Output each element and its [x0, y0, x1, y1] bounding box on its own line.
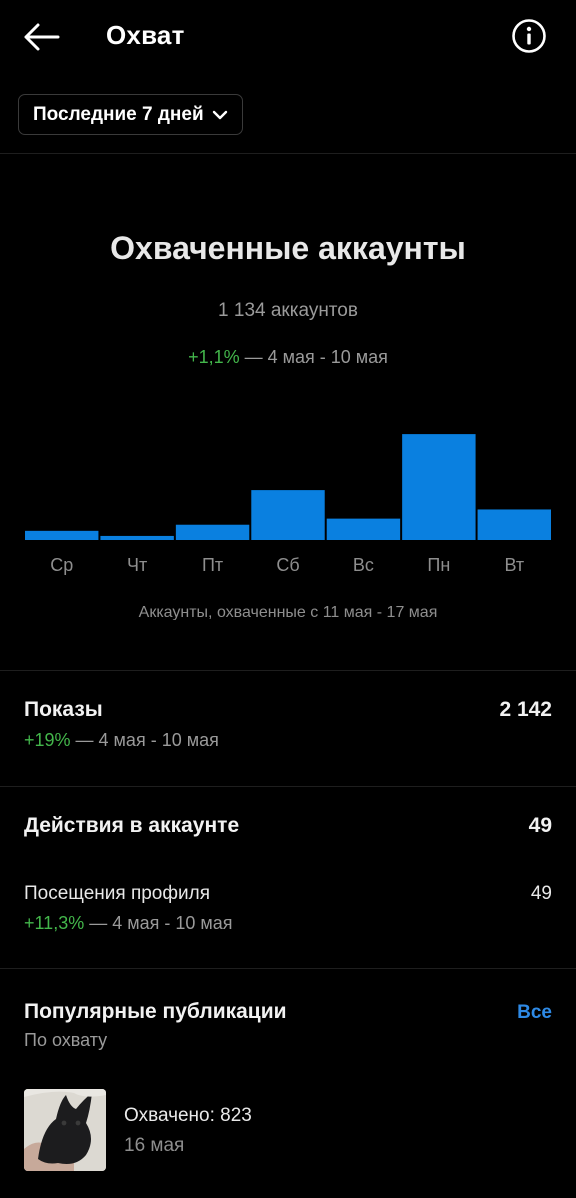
profile-visits-value: 49 [530, 883, 552, 904]
chevron-down-icon [212, 110, 227, 119]
reach-change: +1,1% — 4 мая - 10 мая [0, 347, 576, 368]
popular-posts-title: Популярные публикации [24, 1000, 287, 1023]
impressions-value: 2 142 [499, 698, 552, 721]
profile-visits-change: +11,3% — 4 мая - 10 мая [24, 913, 552, 934]
chart-tick-label: Вт [504, 555, 524, 575]
profile-visits-change-percent: +11,3% [24, 913, 85, 933]
chart-caption: Аккаунты, охваченные с 11 мая - 17 мая [139, 604, 438, 620]
profile-visits-change-period: — 4 мая - 10 мая [84, 913, 233, 933]
popular-posts-subtitle: По охвату [24, 1030, 108, 1050]
divider [0, 670, 576, 671]
post-info: Охвачено: 823 16 мая [124, 1105, 252, 1157]
divider [0, 786, 576, 787]
chart-bar-2 [175, 524, 250, 540]
info-circle-icon [512, 19, 546, 53]
chart-tick-label: Сб [276, 555, 299, 575]
account-actions-label: Действия в аккаунте [24, 814, 240, 837]
divider [0, 968, 576, 969]
post-item[interactable]: Охвачено: 823 16 мая [24, 1089, 552, 1173]
post-reach: Охвачено: 823 [124, 1105, 252, 1126]
chart-bar-3 [251, 490, 325, 540]
popular-posts-header: Популярные публикации По охвату Все [24, 1000, 552, 1051]
arrow-left-icon [24, 23, 60, 51]
see-all-link[interactable]: Все [517, 1002, 552, 1024]
chart-tick-label: Пн [427, 555, 450, 575]
impressions-label: Показы [24, 698, 103, 721]
impressions-change: +19% — 4 мая - 10 мая [24, 730, 552, 751]
chart-tick-label: Чт [127, 555, 147, 575]
chart-tick-label: Вс [353, 555, 374, 575]
reach-change-percent: +1,1% [188, 347, 240, 367]
date-range-dropdown[interactable]: Последние 7 дней [18, 94, 243, 135]
info-button[interactable] [511, 18, 547, 54]
chart-bar-1 [100, 535, 174, 540]
reach-title: Охваченные аккаунты [110, 230, 466, 266]
chart-bar-6 [477, 509, 551, 540]
divider [0, 153, 576, 154]
profile-visits-label: Посещения профиля [24, 883, 210, 904]
reach-change-period: — 4 мая - 10 мая [239, 347, 388, 367]
chart-tick-label: Ср [50, 555, 73, 575]
account-actions-value: 49 [528, 814, 552, 837]
impressions-change-period: — 4 мая - 10 мая [70, 730, 219, 750]
date-range-label: Последние 7 дней [33, 103, 204, 125]
chart-bar-5 [402, 434, 476, 540]
chart-bar-0 [25, 530, 99, 540]
back-button[interactable] [22, 22, 60, 52]
post-thumbnail [24, 1089, 106, 1171]
impressions-change-percent: +19% [24, 730, 71, 750]
chart-tick-label: Пт [202, 555, 223, 575]
top-bar: Охват [0, 0, 576, 74]
reach-accounts-count: 1 134 аккаунтов [218, 300, 358, 321]
post-thumbnail-image [24, 1089, 106, 1171]
impressions-row: Показы 2 142 +19% — 4 мая - 10 мая [24, 698, 552, 751]
chart-bar-4 [326, 518, 401, 540]
profile-visits-row: Посещения профиля 49 +11,3% — 4 мая - 10… [24, 883, 552, 934]
reach-bar-chart: Ср Чт Пт Сб Вс Пн Вт Аккаунты, охваченные с 11 … [25, 434, 551, 620]
post-date: 16 мая [124, 1135, 185, 1156]
page-title: Охват [106, 20, 185, 50]
account-actions-row: Действия в аккаунте 49 [24, 814, 552, 838]
